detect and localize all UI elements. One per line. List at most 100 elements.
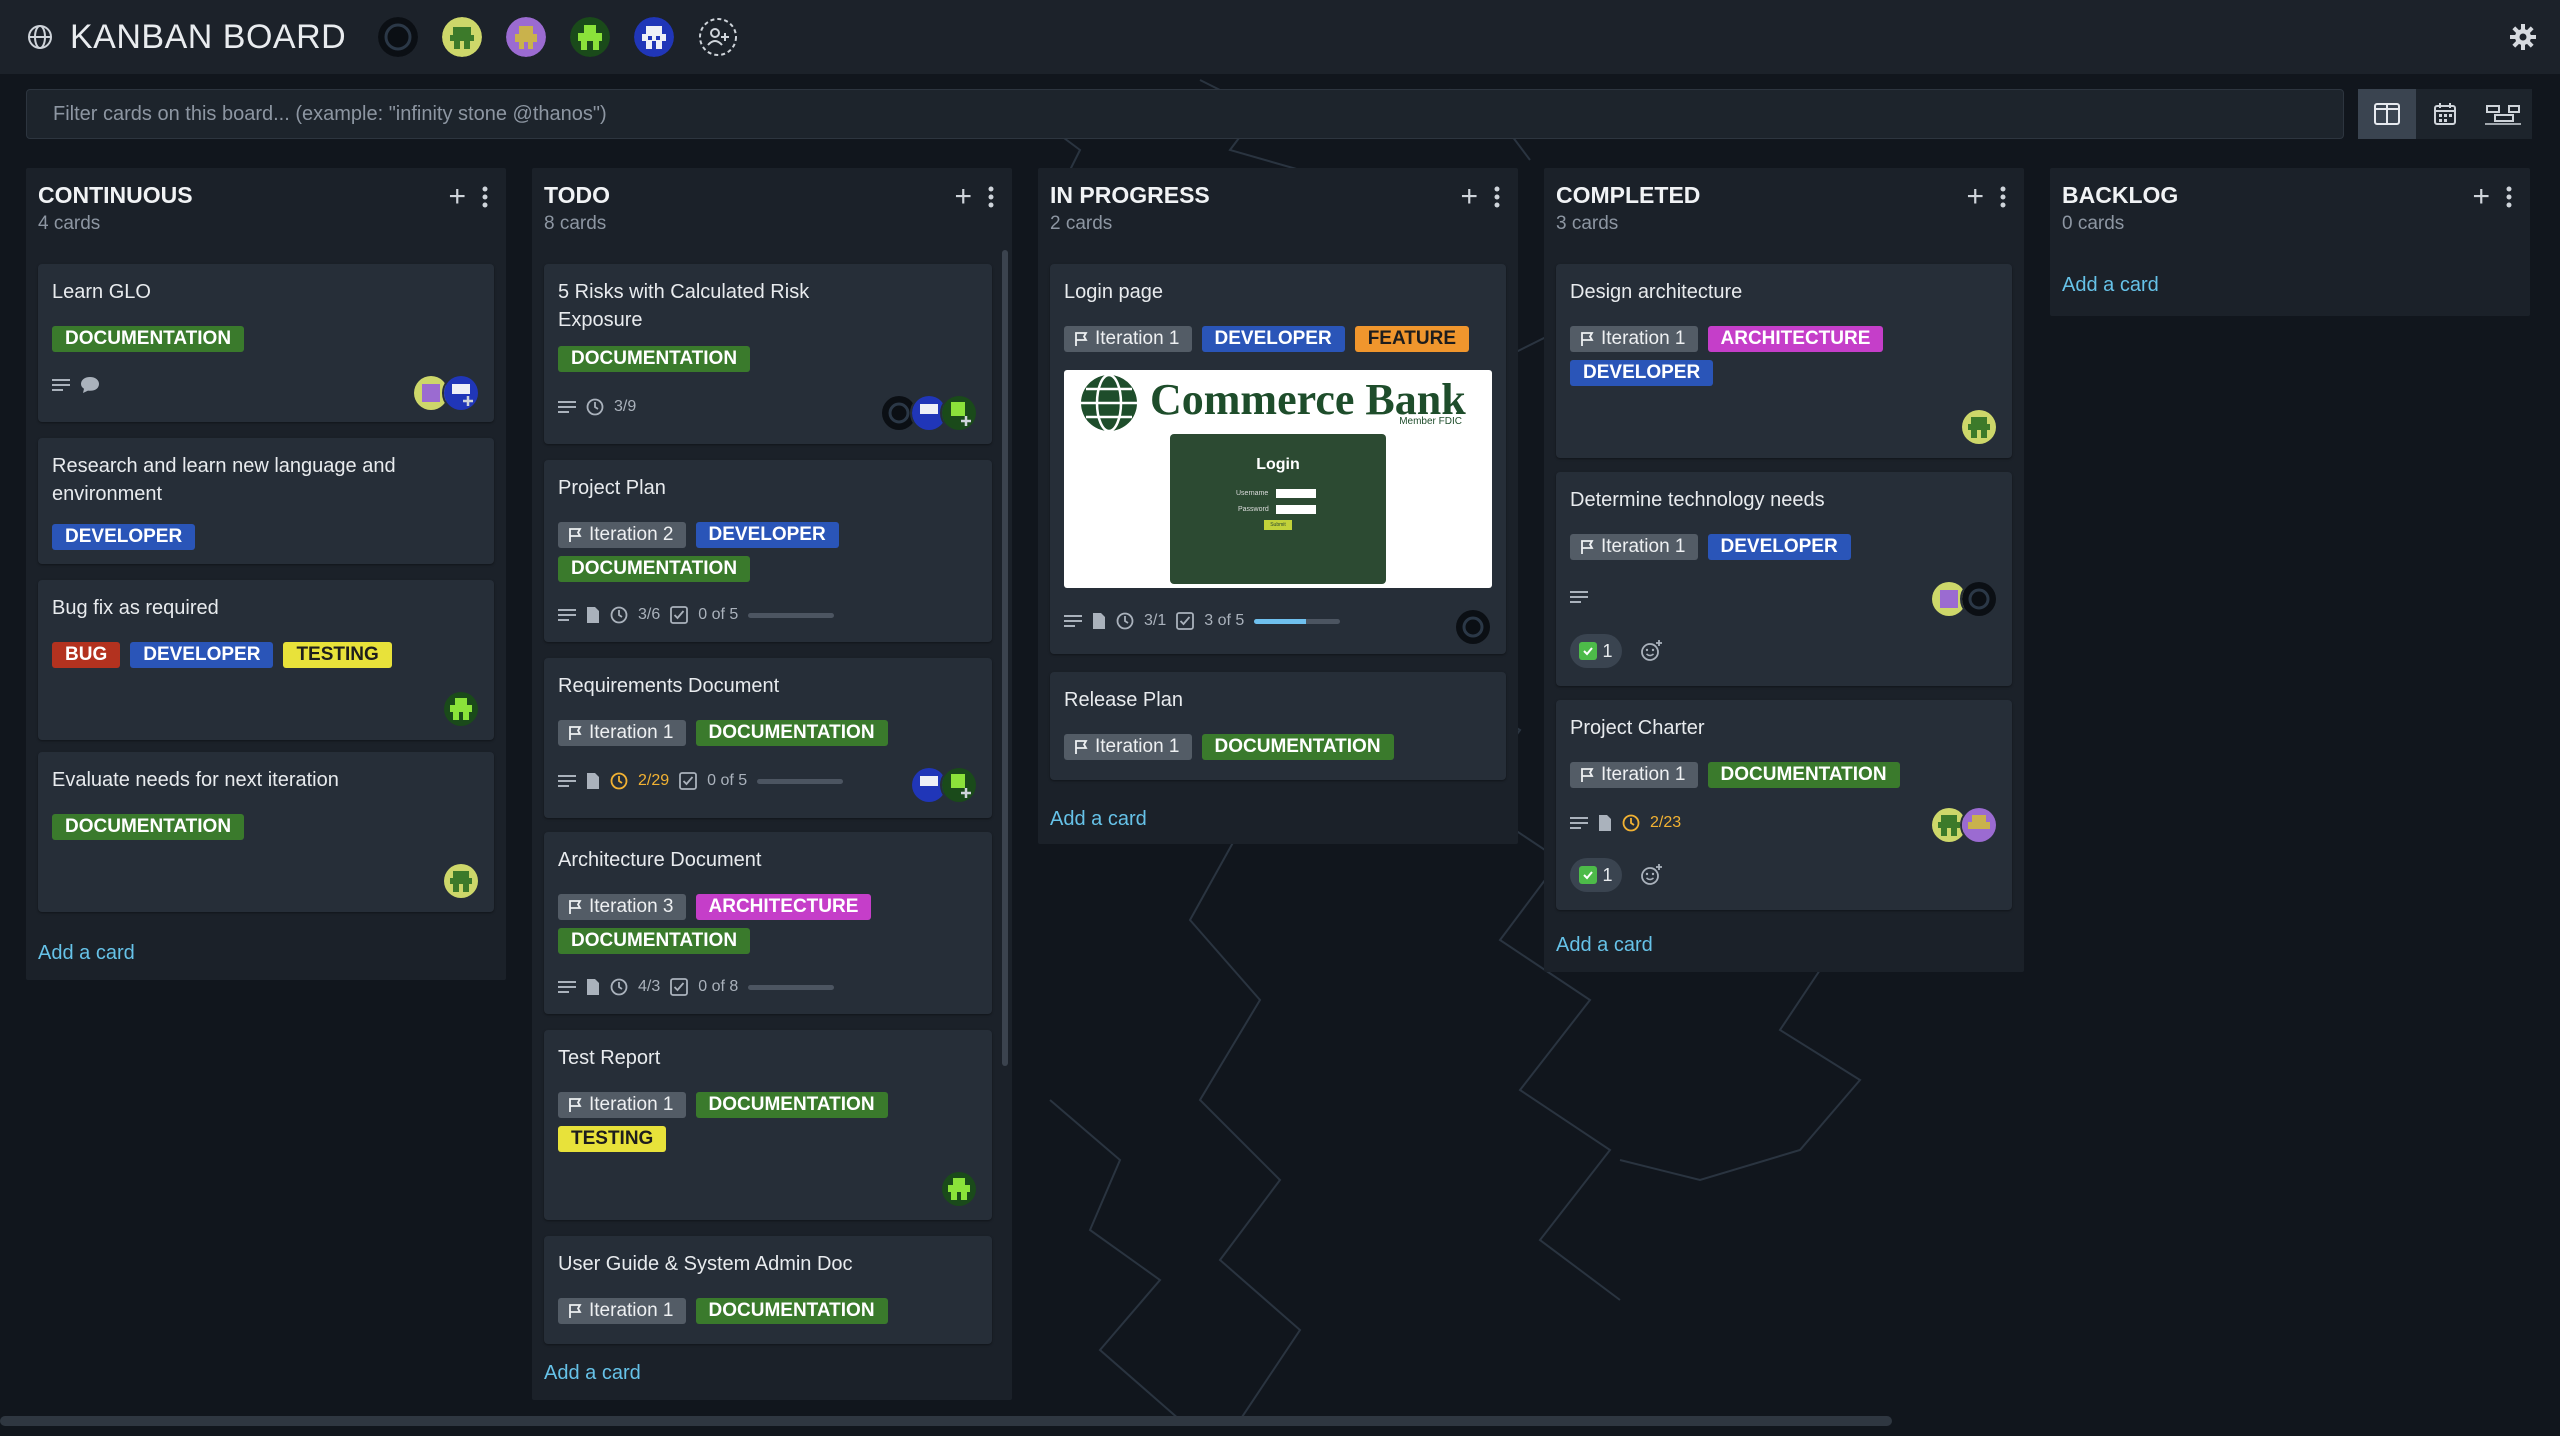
card-evaluate-needs[interactable]: Evaluate needs for next iteration DOCUME… <box>38 752 494 912</box>
checklist-count: 0 of 8 <box>698 978 739 995</box>
timeline-view-icon[interactable] <box>2474 89 2532 139</box>
card-5-risks[interactable]: 5 Risks with Calculated Risk Exposure DO… <box>544 264 992 444</box>
member-avatar[interactable] <box>442 690 480 728</box>
label-bug: BUG <box>52 642 121 668</box>
label-developer: DEVELOPER <box>1707 534 1851 560</box>
iteration-text: Iteration 1 <box>1601 536 1686 557</box>
add-member-icon[interactable] <box>442 374 480 412</box>
column-scrollbar[interactable] <box>1002 250 1008 1066</box>
label-documentation: DOCUMENTATION <box>558 346 751 372</box>
description-icon <box>558 981 576 993</box>
reaction-chip[interactable]: 1 <box>1570 858 1622 892</box>
team-avatar-lime[interactable] <box>570 17 611 57</box>
iteration-text: Iteration 2 <box>589 524 674 545</box>
add-card-plus-icon[interactable]: + <box>1966 182 1984 212</box>
card-title: Evaluate needs for next iteration <box>52 769 339 791</box>
card-release-plan[interactable]: Release Plan Iteration 1 DOCUMENTATION <box>1050 672 1506 780</box>
reaction-chip[interactable]: 1 <box>1570 634 1622 668</box>
gear-icon[interactable] <box>2508 22 2538 52</box>
card-test-report[interactable]: Test Report Iteration 1 DOCUMENTATION TE… <box>544 1030 992 1220</box>
card-title: Determine technology needs <box>1570 489 1825 511</box>
add-card-plus-icon[interactable]: + <box>2472 182 2490 212</box>
add-card-link[interactable]: Add a card <box>2062 274 2159 297</box>
card-architecture-document[interactable]: Architecture Document Iteration 3 ARCHIT… <box>544 832 992 1014</box>
description-icon <box>558 401 576 413</box>
card-title: Learn GLO <box>52 281 151 303</box>
card-user-guide[interactable]: User Guide & System Admin Doc Iteration … <box>544 1236 992 1344</box>
member-avatar[interactable] <box>1960 580 1998 618</box>
add-member-icon[interactable] <box>940 766 978 804</box>
card-cover-image[interactable]: Commerce Bank Member FDIC Login Username… <box>1064 370 1492 588</box>
card-project-charter[interactable]: Project Charter Iteration 1 DOCUMENTATIO… <box>1556 700 2012 910</box>
label-developer: DEVELOPER <box>1570 360 1714 386</box>
label-documentation: DOCUMENTATION <box>558 556 751 582</box>
card-title: Project Charter <box>1570 717 1705 739</box>
card-research[interactable]: Research and learn new language and envi… <box>38 438 494 564</box>
view-switcher <box>2358 89 2534 139</box>
column-menu-icon[interactable] <box>1494 186 1500 208</box>
checklist-count: 0 of 5 <box>707 772 748 789</box>
column-in-progress: IN PROGRESS 2 cards + Login page Iterati… <box>1038 168 1518 844</box>
card-requirements-document[interactable]: Requirements Document Iteration 1 DOCUME… <box>544 658 992 818</box>
card-project-plan[interactable]: Project Plan Iteration 2 DEVELOPER DOCUM… <box>544 460 992 642</box>
label-developer: DEVELOPER <box>1201 326 1345 352</box>
flag-icon <box>1075 332 1088 346</box>
filter-input[interactable]: Filter cards on this board... (example: … <box>26 89 2344 139</box>
member-avatar[interactable] <box>442 862 480 900</box>
flag-icon <box>569 528 582 542</box>
column-menu-icon[interactable] <box>988 186 994 208</box>
add-reaction-icon[interactable] <box>1638 862 1664 888</box>
member-avatar[interactable] <box>940 1170 978 1208</box>
description-icon <box>558 609 576 621</box>
clock-warning-icon <box>1622 814 1640 832</box>
member-avatar[interactable] <box>1960 806 1998 844</box>
attachment-icon <box>587 773 599 789</box>
label-testing: TESTING <box>283 642 392 668</box>
team-avatar-purple[interactable] <box>506 17 547 57</box>
add-reaction-icon[interactable] <box>1638 638 1664 664</box>
iteration-text: Iteration 1 <box>589 1300 674 1321</box>
column-menu-icon[interactable] <box>2000 186 2006 208</box>
description-icon <box>1570 591 1588 603</box>
column-title: IN PROGRESS <box>1050 182 1210 208</box>
board-horizontal-scrollbar[interactable] <box>0 1416 1892 1426</box>
add-card-link[interactable]: Add a card <box>38 942 135 965</box>
team-avatar-dark[interactable] <box>378 17 419 57</box>
add-member-icon[interactable] <box>698 17 738 57</box>
card-title: 5 Risks with Calculated Risk Exposure <box>558 281 810 331</box>
column-menu-icon[interactable] <box>2506 186 2512 208</box>
label-architecture: ARCHITECTURE <box>695 894 872 920</box>
iteration-text: Iteration 1 <box>589 722 674 743</box>
globe-icon[interactable] <box>26 23 54 51</box>
add-card-plus-icon[interactable]: + <box>1460 182 1478 212</box>
card-determine-technology-needs[interactable]: Determine technology needs Iteration 1 D… <box>1556 472 2012 686</box>
add-card-link[interactable]: Add a card <box>544 1362 641 1385</box>
add-card-plus-icon[interactable]: + <box>448 182 466 212</box>
iteration-text: Iteration 1 <box>1095 328 1180 349</box>
board-view-icon[interactable] <box>2358 89 2416 139</box>
card-bug-fix[interactable]: Bug fix as required BUG DEVELOPER TESTIN… <box>38 580 494 740</box>
add-member-icon[interactable] <box>940 394 978 432</box>
member-avatar[interactable] <box>1960 408 1998 446</box>
clock-icon <box>610 978 628 996</box>
checklist-count: 0 of 5 <box>698 606 739 623</box>
add-card-plus-icon[interactable]: + <box>954 182 972 212</box>
card-title: Release Plan <box>1064 689 1183 711</box>
column-menu-icon[interactable] <box>482 186 488 208</box>
label-documentation: DOCUMENTATION <box>52 814 245 840</box>
card-login-page[interactable]: Login page Iteration 1 DEVELOPER FEATURE… <box>1050 264 1506 654</box>
team-avatar-green[interactable] <box>442 17 483 57</box>
team-avatar-blue[interactable] <box>634 17 675 57</box>
fdic-text: Member FDIC <box>1399 416 1462 427</box>
clock-warning-icon <box>610 772 628 790</box>
card-design-architecture[interactable]: Design architecture Iteration 1 ARCHITEC… <box>1556 264 2012 458</box>
card-learn-glo[interactable]: Learn GLO DOCUMENTATION <box>38 264 494 422</box>
card-title: Bug fix as required <box>52 597 219 619</box>
column-title: COMPLETED <box>1556 182 1701 208</box>
add-card-link[interactable]: Add a card <box>1556 934 1653 957</box>
column-todo: TODO 8 cards + 5 Risks with Calculated R… <box>532 168 1012 1400</box>
calendar-view-icon[interactable] <box>2416 89 2474 139</box>
member-avatar[interactable] <box>1454 608 1492 646</box>
label-iteration: Iteration 1 <box>558 1092 686 1118</box>
add-card-link[interactable]: Add a card <box>1050 808 1147 831</box>
